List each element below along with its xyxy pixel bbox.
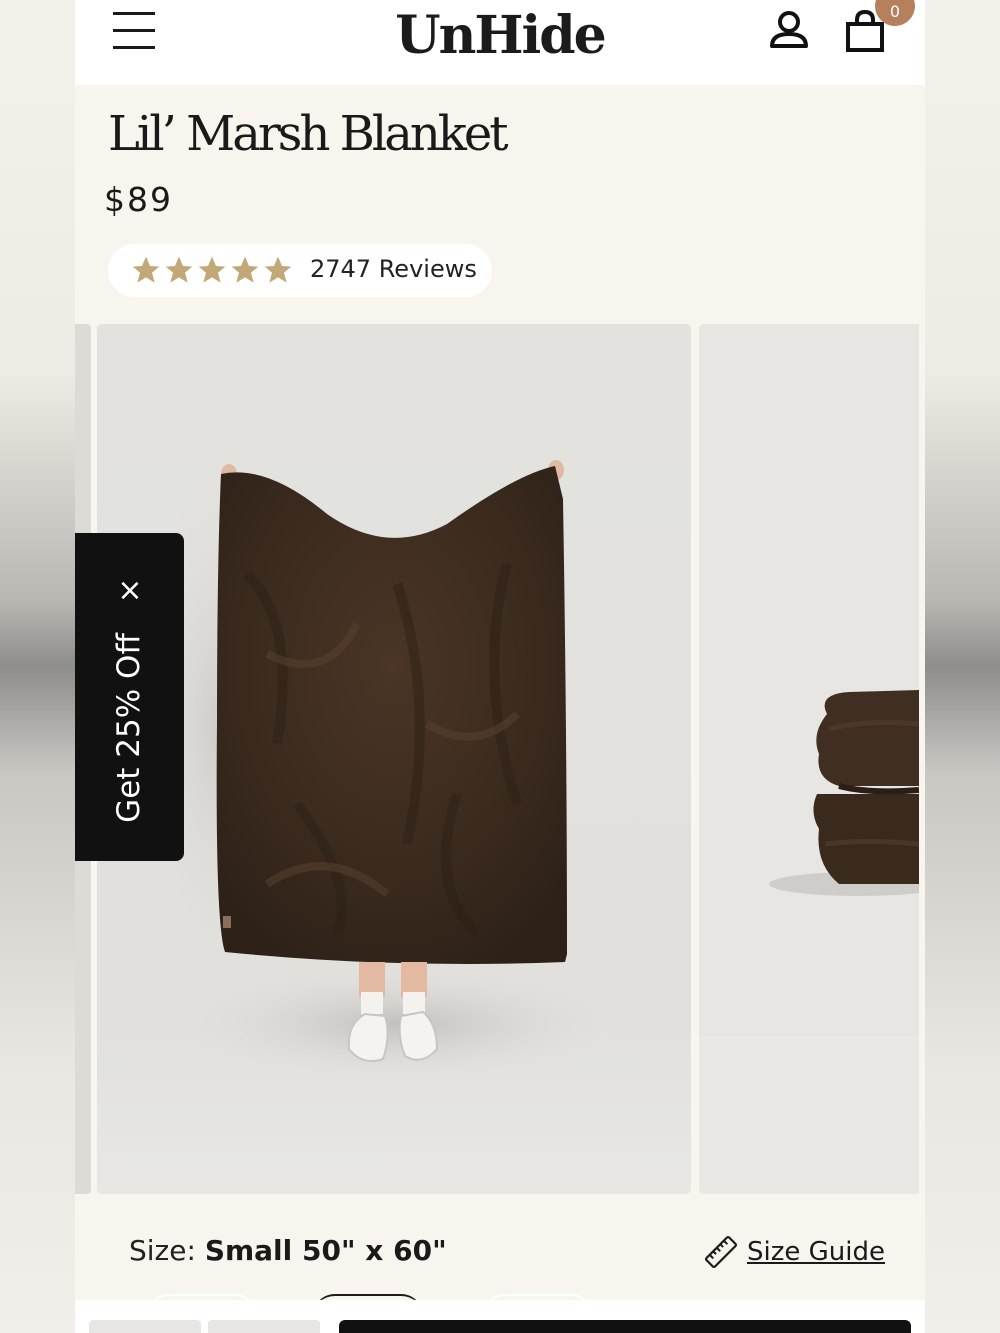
quantity-selector-secondary[interactable] — [208, 1320, 320, 1333]
star-icon — [165, 256, 193, 283]
product-price: $89 — [104, 180, 173, 219]
folded-blanket-photo — [699, 324, 919, 1194]
reviews-summary-button[interactable]: 2747 Reviews — [108, 244, 492, 297]
size-value: Small 50" x 60" — [204, 1234, 447, 1267]
star-icon — [198, 256, 226, 283]
reviews-count: 2747 Reviews — [310, 255, 477, 283]
blanket-photo — [97, 324, 691, 1194]
product-title: Lil’ Marsh Blanket — [108, 106, 509, 162]
site-header: UnHide 0 — [75, 0, 925, 85]
star-icon — [264, 256, 292, 283]
size-selection: Size: Small 50" x 60" — [129, 1234, 447, 1267]
promo-label: Get 25% Off — [111, 633, 147, 823]
ruler-icon — [704, 1235, 738, 1269]
star-icon — [132, 256, 160, 283]
star-icon — [231, 256, 259, 283]
size-guide-label: Size Guide — [747, 1237, 885, 1267]
add-to-cart-button[interactable] — [339, 1320, 911, 1333]
account-button[interactable] — [767, 10, 811, 52]
product-page: UnHide 0 Lil’ Marsh Blanket $89 2747 Rev… — [75, 0, 925, 1333]
size-guide-link[interactable]: Size Guide — [703, 1234, 885, 1270]
user-icon — [770, 11, 808, 48]
discount-promo-tab[interactable]: × Get 25% Off — [75, 533, 184, 861]
product-image-main[interactable] — [97, 324, 691, 1194]
size-label: Size: — [129, 1234, 205, 1267]
gallery-next-slide[interactable] — [699, 324, 919, 1194]
quantity-selector[interactable] — [89, 1320, 201, 1333]
star-rating — [130, 254, 295, 288]
close-icon[interactable]: × — [115, 576, 145, 606]
